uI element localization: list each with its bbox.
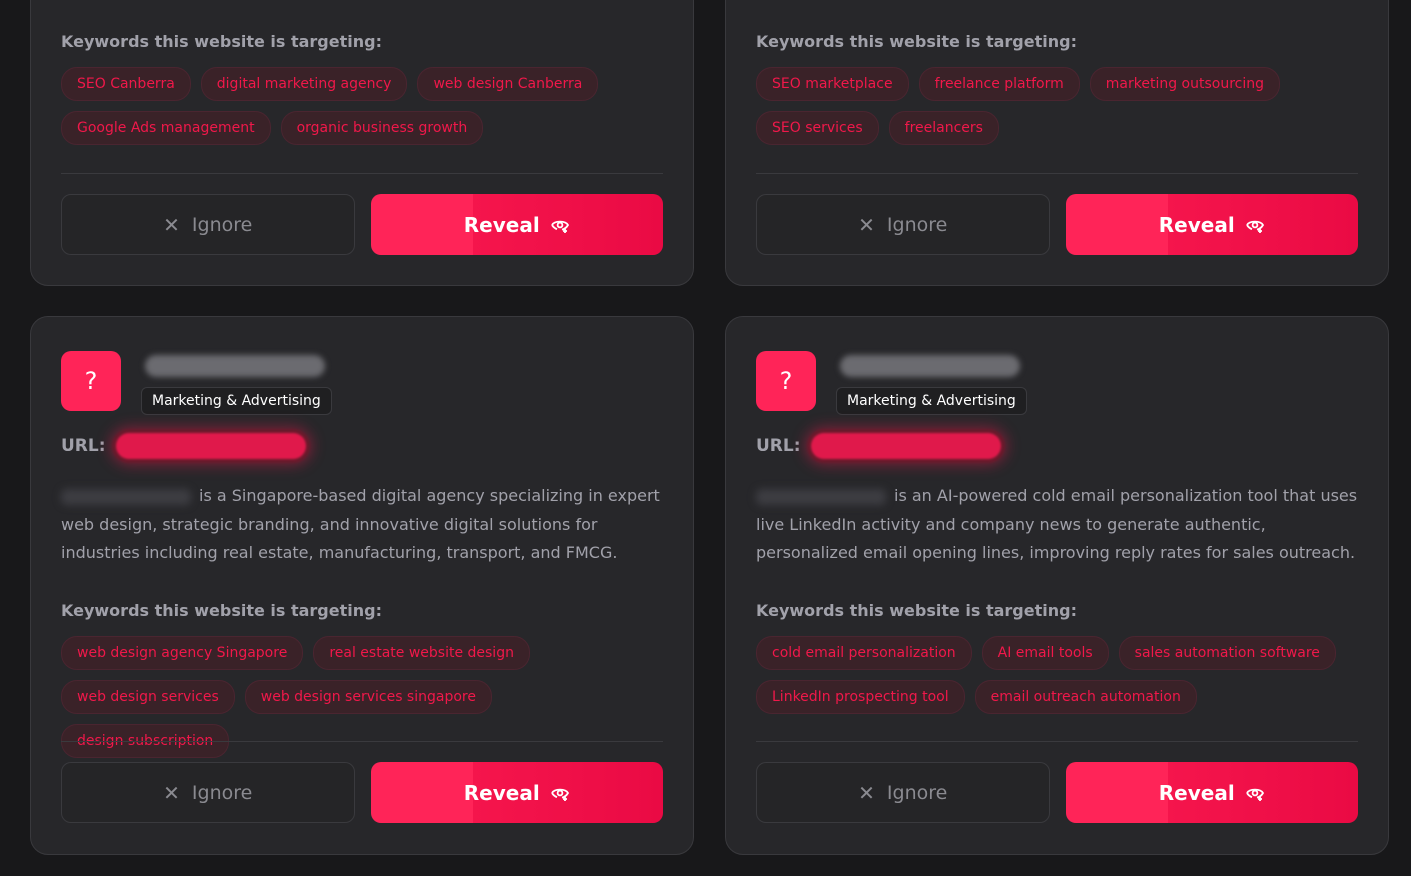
category-badge: Marketing & Advertising bbox=[836, 387, 1027, 415]
ignore-button[interactable]: ✕ Ignore bbox=[61, 762, 355, 823]
reveal-label: Reveal bbox=[463, 212, 540, 237]
keyword-chip[interactable]: digital marketing agency bbox=[200, 67, 408, 101]
reveal-button[interactable]: Reveal bbox=[1065, 194, 1358, 255]
reveal-button[interactable]: Reveal bbox=[370, 762, 663, 823]
keywords-title: Keywords this website is targeting: bbox=[756, 601, 1077, 620]
keyword-chip[interactable]: SEO Canberra bbox=[61, 67, 191, 101]
website-name-redacted bbox=[145, 355, 325, 377]
keyword-chip[interactable]: web design Canberra bbox=[417, 67, 599, 101]
url-redacted bbox=[810, 433, 1001, 459]
keyword-chip[interactable]: web design agency Singapore bbox=[61, 636, 304, 670]
keyword-chip[interactable]: freelance platform bbox=[918, 67, 1080, 101]
website-avatar: ? bbox=[756, 351, 816, 411]
action-buttons: ✕ Ignore Reveal bbox=[756, 194, 1358, 255]
eye-sparkle-icon bbox=[550, 788, 569, 801]
keyword-chip[interactable]: web design services singapore bbox=[244, 680, 492, 714]
keyword-chips: SEO marketplace freelance platform marke… bbox=[756, 67, 1358, 145]
reveal-label: Reveal bbox=[1158, 212, 1235, 237]
action-buttons: ✕ Ignore Reveal bbox=[61, 194, 663, 255]
keyword-chip[interactable]: email outreach automation bbox=[974, 680, 1197, 714]
keywords-section: Keywords this website is targeting: SEO … bbox=[61, 31, 663, 145]
page: Keywords this website is targeting: SEO … bbox=[0, 0, 1411, 876]
website-name-redacted bbox=[756, 488, 886, 505]
reveal-button[interactable]: Reveal bbox=[370, 194, 663, 255]
website-card: Keywords this website is targeting: SEO … bbox=[30, 0, 694, 286]
close-icon: ✕ bbox=[858, 212, 875, 237]
keyword-chip[interactable]: real estate website design bbox=[313, 636, 530, 670]
eye-sparkle-icon bbox=[1245, 788, 1264, 801]
keyword-chip[interactable]: marketing outsourcing bbox=[1089, 67, 1281, 101]
website-description: is an AI-powered cold email personalizat… bbox=[756, 482, 1358, 568]
website-card: Keywords this website is targeting: SEO … bbox=[725, 0, 1389, 286]
close-icon: ✕ bbox=[163, 212, 180, 237]
website-description: is a Singapore-based digital agency spec… bbox=[61, 482, 663, 568]
keyword-chip[interactable]: AI email tools bbox=[981, 636, 1109, 670]
divider bbox=[756, 173, 1358, 174]
action-buttons: ✕ Ignore Reveal bbox=[61, 762, 663, 823]
ignore-label: Ignore bbox=[191, 781, 253, 804]
keywords-section: Keywords this website is targeting: SEO … bbox=[756, 31, 1358, 145]
close-icon: ✕ bbox=[858, 780, 875, 805]
website-avatar: ? bbox=[61, 351, 121, 411]
keywords-section: Keywords this website is targeting: cold… bbox=[756, 600, 1358, 714]
keyword-chips: web design agency Singapore real estate … bbox=[61, 636, 663, 758]
keyword-chips: cold email personalization AI email tool… bbox=[756, 636, 1358, 714]
website-name-redacted bbox=[61, 488, 191, 505]
keyword-chips: SEO Canberra digital marketing agency we… bbox=[61, 67, 663, 145]
reveal-button[interactable]: Reveal bbox=[1065, 762, 1358, 823]
close-icon: ✕ bbox=[163, 780, 180, 805]
eye-sparkle-icon bbox=[550, 220, 569, 233]
keyword-chip[interactable]: freelancers bbox=[888, 111, 999, 145]
url-row: URL: bbox=[61, 433, 306, 459]
reveal-label: Reveal bbox=[463, 780, 540, 805]
ignore-label: Ignore bbox=[191, 213, 253, 236]
divider bbox=[61, 173, 663, 174]
url-row: URL: bbox=[756, 433, 1001, 459]
divider bbox=[756, 741, 1358, 742]
ignore-label: Ignore bbox=[886, 213, 948, 236]
ignore-button[interactable]: ✕ Ignore bbox=[756, 194, 1050, 255]
url-label: URL: bbox=[756, 436, 801, 456]
keyword-chip[interactable]: LinkedIn prospecting tool bbox=[756, 680, 965, 714]
keyword-chip[interactable]: SEO marketplace bbox=[756, 67, 909, 101]
keyword-chip[interactable]: SEO services bbox=[756, 111, 879, 145]
website-name-redacted bbox=[840, 355, 1020, 377]
keywords-title: Keywords this website is targeting: bbox=[61, 601, 382, 620]
keywords-section: Keywords this website is targeting: web … bbox=[61, 600, 663, 758]
keyword-chip[interactable]: Google Ads management bbox=[61, 111, 271, 145]
keyword-chip[interactable]: sales automation software bbox=[1118, 636, 1336, 670]
website-card: ? Marketing & Advertising URL: is a Sing… bbox=[30, 316, 694, 855]
url-redacted bbox=[115, 433, 306, 459]
ignore-button[interactable]: ✕ Ignore bbox=[756, 762, 1050, 823]
keyword-chip[interactable]: organic business growth bbox=[280, 111, 484, 145]
divider bbox=[61, 741, 663, 742]
url-label: URL: bbox=[61, 436, 106, 456]
eye-sparkle-icon bbox=[1245, 220, 1264, 233]
website-card: ? Marketing & Advertising URL: is an AI-… bbox=[725, 316, 1389, 855]
keywords-title: Keywords this website is targeting: bbox=[756, 32, 1077, 51]
ignore-button[interactable]: ✕ Ignore bbox=[61, 194, 355, 255]
keywords-title: Keywords this website is targeting: bbox=[61, 32, 382, 51]
ignore-label: Ignore bbox=[886, 781, 948, 804]
category-badge: Marketing & Advertising bbox=[141, 387, 332, 415]
action-buttons: ✕ Ignore Reveal bbox=[756, 762, 1358, 823]
reveal-label: Reveal bbox=[1158, 780, 1235, 805]
keyword-chip[interactable]: web design services bbox=[61, 680, 235, 714]
keyword-chip[interactable]: cold email personalization bbox=[756, 636, 972, 670]
